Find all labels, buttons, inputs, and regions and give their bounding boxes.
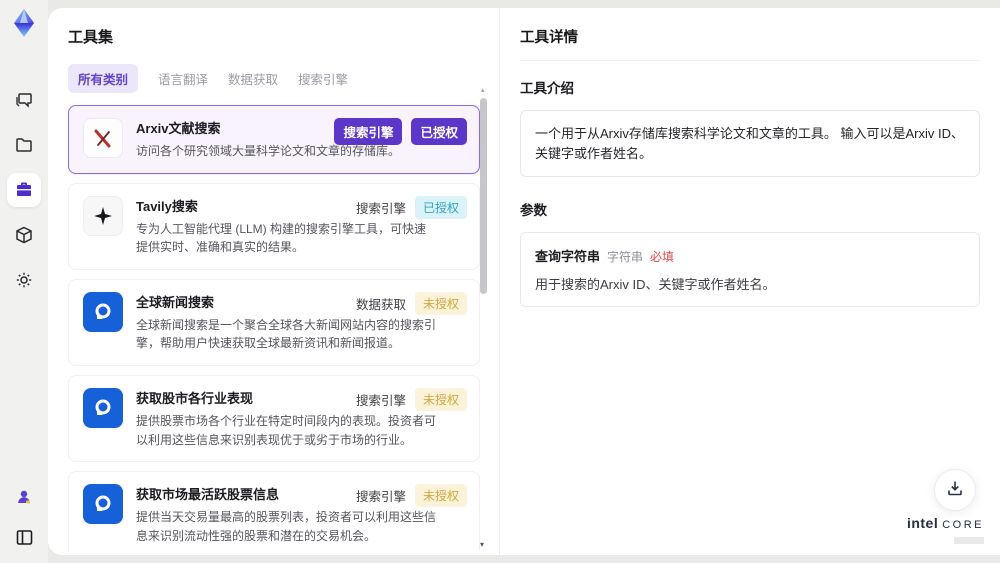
package-icon	[14, 225, 34, 245]
param-type: 字符串	[607, 250, 644, 264]
intel-logo-text: intel	[906, 515, 939, 532]
category-badge: 搜索引擎	[355, 393, 406, 408]
tool-card-global-news[interactable]: 全球新闻搜索 全球新闻搜索是一个聚合全球各大新闻网站内容的搜索引擎，帮助用户快速…	[68, 278, 480, 366]
download-button[interactable]	[934, 469, 976, 511]
tool-card-tavily[interactable]: Tavily搜索 专为人工智能代理 (LLM) 构建的搜索引擎工具，可快速提供实…	[68, 182, 480, 270]
sidebar-item-tools[interactable]	[7, 173, 41, 207]
category-tabs: 所有类别 语言翻译 数据获取 搜索引擎	[68, 64, 499, 93]
status-badge: 已授权	[414, 195, 467, 219]
folder-icon	[14, 135, 34, 155]
panel-layout-icon	[15, 528, 34, 547]
tool-details-panel: 工具详情 工具介绍 一个用于从Arxiv存储库搜索科学论文和文章的工具。 输入可…	[500, 8, 1000, 555]
tavily-tool-icon	[83, 195, 123, 236]
tab-data-fetch[interactable]: 数据获取	[228, 64, 278, 93]
tool-card-arxiv[interactable]: Arxiv文献搜索 访问各个研究领域大量科学论文和文章的存储库。 搜索引擎 已授…	[68, 105, 480, 174]
tool-card-sector-performance[interactable]: 获取股市各行业表现 提供股票市场各个行业在特定时间段内的表现。投资者可以利用这些…	[68, 374, 480, 463]
sidebar-item-files[interactable]	[7, 128, 41, 162]
status-badge: 未授权	[414, 291, 467, 315]
scrollbar-thumb[interactable]	[480, 98, 487, 294]
user-avatar-button[interactable]	[10, 483, 38, 511]
sidebar-item-packages[interactable]	[7, 218, 41, 252]
status-badge: 未授权	[414, 387, 467, 411]
page-title: 工具集	[68, 29, 114, 46]
news-search-tool-icon	[83, 291, 123, 332]
core-logo-text: CORE	[942, 519, 984, 532]
category-badge: 搜索引擎	[355, 490, 406, 505]
arxiv-tool-icon	[83, 118, 123, 158]
status-badge: 未授权	[414, 484, 467, 508]
sidebar-item-settings[interactable]	[7, 263, 41, 297]
scroll-down-arrow-icon[interactable]: ▾	[480, 540, 484, 549]
param-name: 查询字符串	[535, 249, 601, 264]
tab-search-engine[interactable]: 搜索引擎	[298, 64, 348, 93]
details-title: 工具详情	[520, 26, 980, 61]
scroll-up-arrow-icon[interactable]: ▴	[481, 86, 485, 94]
tools-list-panel: 工具集 所有类别 语言翻译 数据获取 搜索引擎 Arxiv文献搜索 访问各个研究…	[48, 8, 500, 555]
download-icon	[946, 479, 964, 502]
category-badge: 搜索引擎	[334, 118, 403, 145]
intel-badge-mark	[954, 537, 984, 545]
params-heading: 参数	[520, 203, 547, 218]
main-window: 工具集 所有类别 语言翻译 数据获取 搜索引擎 Arxiv文献搜索 访问各个研究…	[48, 8, 1000, 555]
tool-card-list: Arxiv文献搜索 访问各个研究领域大量科学论文和文章的存储库。 搜索引擎 已授…	[68, 105, 480, 550]
intro-text-box: 一个用于从Arxiv存储库搜索科学论文和文章的工具。 输入可以是Arxiv ID…	[520, 110, 980, 177]
intro-heading: 工具介绍	[520, 81, 574, 96]
stock-tool-icon	[83, 484, 123, 525]
scrollbar-track[interactable]: ▴ ▾	[480, 87, 487, 549]
collapse-panel-button[interactable]	[10, 523, 38, 551]
toolbox-icon	[14, 180, 34, 200]
status-badge: 已授权	[411, 118, 467, 145]
category-badge: 搜索引擎	[355, 201, 406, 216]
stock-tool-icon	[83, 387, 123, 428]
tab-all-categories[interactable]: 所有类别	[68, 64, 139, 93]
chat-icon	[14, 90, 34, 110]
tab-language-translation[interactable]: 语言翻译	[158, 64, 208, 93]
user-icon	[15, 488, 33, 506]
sidebar-item-chat[interactable]	[7, 83, 41, 117]
parameter-card: 查询字符串 字符串 必填 用于搜索的Arxiv ID、关键字或作者姓名。	[520, 232, 980, 307]
param-description: 用于搜索的Arxiv ID、关键字或作者姓名。	[535, 277, 776, 292]
intel-core-logo: intel CORE	[906, 515, 984, 549]
category-badge: 数据获取	[355, 297, 406, 312]
sidebar	[0, 0, 48, 563]
tool-description: 全球新闻搜索是一个聚合全球各大新闻网站内容的搜索引擎，帮助用户快速获取全球最新资…	[136, 317, 437, 351]
app-logo-icon[interactable]	[6, 5, 42, 41]
param-required-badge: 必填	[650, 250, 675, 264]
settings-gear-icon	[14, 270, 34, 290]
tool-description: 提供股票市场各个行业在特定时间段内的表现。投资者可以利用这些信息来识别表现优于或…	[136, 413, 437, 447]
tool-description: 专为人工智能代理 (LLM) 构建的搜索引擎工具，可快速提供实时、准确和真实的结…	[136, 221, 427, 255]
tool-card-active-stocks[interactable]: 获取市场最活跃股票信息 提供当天交易量最高的股票列表，投资者可以利用这些信息来识…	[68, 471, 480, 550]
tool-description: 提供当天交易量最高的股票列表，投资者可以利用这些信息来识别流动性强的股票和潜在的…	[136, 510, 437, 543]
